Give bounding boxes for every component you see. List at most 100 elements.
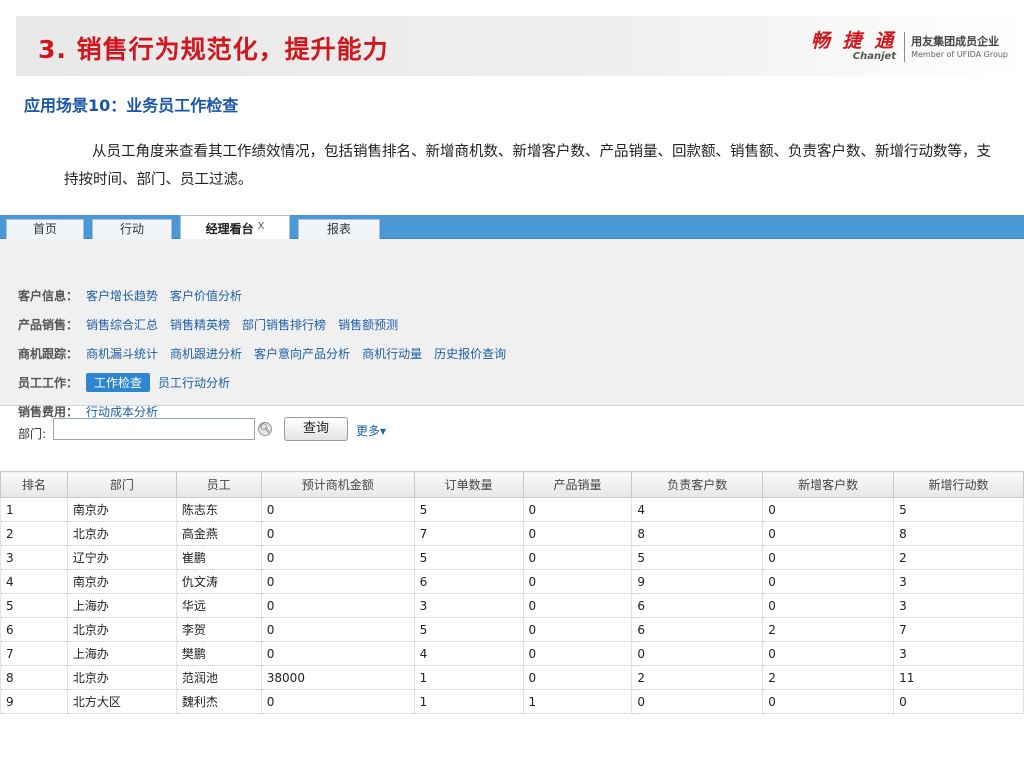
link-staff-actions[interactable]: 员工行动分析 [158,374,230,391]
logo-group-en: Member of UFIDA Group [911,50,1008,59]
table-cell: 南京办 [67,497,177,522]
table-cell: 9 [631,569,764,594]
table-row[interactable]: 8 北京办 范润池 38000 1 0 2 2 11 [0,665,1024,690]
more-filters-link[interactable]: 更多▾ [356,422,386,439]
table-cell: 上海办 [67,593,177,618]
table-row[interactable]: 1 南京办 陈志东 0 5 0 4 0 5 [0,497,1024,522]
table-cell: 樊鹏 [176,641,262,666]
table-cell: 6 [631,593,764,618]
column-header[interactable]: 员工 [175,471,262,498]
table-cell: 1 [523,689,633,714]
tab-action[interactable]: 行动 [92,219,172,239]
link-dept-ranking[interactable]: 部门销售排行榜 [242,316,326,333]
table-cell: 3 [893,593,1024,618]
table-row[interactable]: 4 南京办 仇文涛 0 6 0 9 0 3 [0,569,1024,594]
dept-input[interactable] [53,418,255,440]
table-cell: 5 [414,545,524,570]
link-sales-elite[interactable]: 销售精英榜 [170,316,230,333]
table-cell: 北京办 [67,521,177,546]
results-grid: 排名 部门 员工 预计商机金额 订单数量 产品销量 负责客户数 新增客户数 新增行动数 1 南京办… [0,471,1024,714]
nav-row-product: 产品销售： 销售综合汇总 销售精英榜 部门销售排行榜 销售额预测 [18,316,399,333]
report-nav-panel: 客户信息： 客户增长趋势 客户价值分析 产品销售： 销售综合汇总 销售精英榜 部… [0,239,1024,419]
table-cell: 5 [414,617,524,642]
table-cell: 6 [0,617,68,642]
nav-row-opportunity: 商机跟踪： 商机漏斗统计 商机跟进分析 客户意向产品分析 商机行动量 历史报价查… [18,345,507,362]
search-icon[interactable]: 🔍︎ [258,422,272,436]
table-cell: 0 [631,641,764,666]
table-cell: 0 [261,521,415,546]
table-cell: 辽宁办 [67,545,177,570]
table-cell: 0 [523,593,633,618]
tab-reports[interactable]: 报表 [298,219,380,239]
table-cell: 高金燕 [176,521,262,546]
table-cell: 0 [523,497,633,522]
link-opportunity-actions[interactable]: 商机行动量 [362,345,422,362]
table-row[interactable]: 5 上海办 华远 0 3 0 6 0 3 [0,593,1024,618]
link-customer-growth[interactable]: 客户增长趋势 [86,287,158,304]
link-sales-forecast[interactable]: 销售额预测 [338,316,398,333]
table-cell: 4 [414,641,524,666]
slide-header: 3. 销售行为规范化，提升能力 畅 捷 通 Chanjet 用友集团成员企业 M… [16,16,1024,76]
query-button[interactable]: 查询 [284,417,348,441]
table-cell: 0 [261,617,415,642]
link-followup[interactable]: 商机跟进分析 [170,345,242,362]
column-header[interactable]: 预计商机金额 [260,471,415,498]
table-cell: 北方大区 [67,689,177,714]
logo-divider [904,32,906,62]
table-cell: 0 [762,521,895,546]
link-funnel[interactable]: 商机漏斗统计 [86,345,158,362]
column-header[interactable]: 产品销量 [522,471,633,498]
tab-bar: 首页 行动 经理看台 X 报表 [0,215,1024,240]
table-cell: 2 [893,545,1024,570]
table-cell: 崔鹏 [176,545,262,570]
filter-bar: 部门: 🔍︎ 查询 更多▾ [0,406,1024,456]
column-header[interactable]: 新增客户数 [762,471,895,498]
nav-row-staff: 员工工作： 工作检查 员工行动分析 [18,372,242,392]
table-cell: 6 [414,569,524,594]
link-intent-product[interactable]: 客户意向产品分析 [254,345,350,362]
table-cell: 8 [631,521,764,546]
table-cell: 2 [762,617,895,642]
table-cell: 7 [414,521,524,546]
table-cell: 0 [523,545,633,570]
table-row[interactable]: 9 北方大区 魏利杰 0 1 1 0 0 0 [0,689,1024,714]
tab-home[interactable]: 首页 [6,219,84,239]
table-cell: 0 [261,593,415,618]
table-row[interactable]: 3 辽宁办 崔鹏 0 5 0 5 0 2 [0,545,1024,570]
table-cell: 1 [414,689,524,714]
table-cell: 6 [631,617,764,642]
table-cell: 1 [414,665,524,690]
table-cell: 0 [762,641,895,666]
tab-close-icon[interactable]: X [258,221,265,232]
link-customer-value[interactable]: 客户价值分析 [170,287,242,304]
table-cell: 0 [261,689,415,714]
logo-group-cn: 用友集团成员企业 [911,35,1000,48]
table-cell: 0 [261,641,415,666]
link-work-check[interactable]: 工作检查 [86,372,151,392]
scenario-subtitle: 应用场景10：业务员工作检查 [24,96,239,115]
table-row[interactable]: 2 北京办 高金燕 0 7 0 8 0 8 [0,521,1024,546]
table-cell: 3 [893,641,1024,666]
column-header[interactable]: 负责客户数 [631,471,764,498]
table-cell: 0 [523,521,633,546]
table-cell: 北京办 [67,617,177,642]
column-header[interactable]: 部门 [66,471,177,498]
table-cell: 5 [893,497,1024,522]
table-cell: 上海办 [67,641,177,666]
table-cell: 11 [893,665,1024,690]
crm-app: 首页 行动 经理看台 X 报表 客户信息： 客户增长趋势 客户价值分析 产品销售：… [0,215,1024,768]
tab-manager-dashboard[interactable]: 经理看台 X [180,215,290,240]
link-sales-summary[interactable]: 销售综合汇总 [86,316,158,333]
table-cell: 0 [893,689,1024,714]
table-cell: 5 [0,593,68,618]
table-cell: 38000 [261,665,415,690]
table-row[interactable]: 7 上海办 樊鹏 0 4 0 0 0 3 [0,641,1024,666]
table-cell: 4 [0,569,68,594]
column-header[interactable]: 排名 [0,471,68,498]
table-cell: 7 [893,617,1024,642]
column-header[interactable]: 订单数量 [413,471,524,498]
table-body: 1 南京办 陈志东 0 5 0 4 0 5 2 北京办 高金燕 0 7 0 8 0 8 3 辽宁办 崔鹏 0 5 0 5 0 2 4 南… [0,497,1024,714]
table-row[interactable]: 6 北京办 李贺 0 5 0 6 2 7 [0,617,1024,642]
link-quote-history[interactable]: 历史报价查询 [434,345,506,362]
column-header[interactable]: 新增行动数 [893,471,1024,498]
